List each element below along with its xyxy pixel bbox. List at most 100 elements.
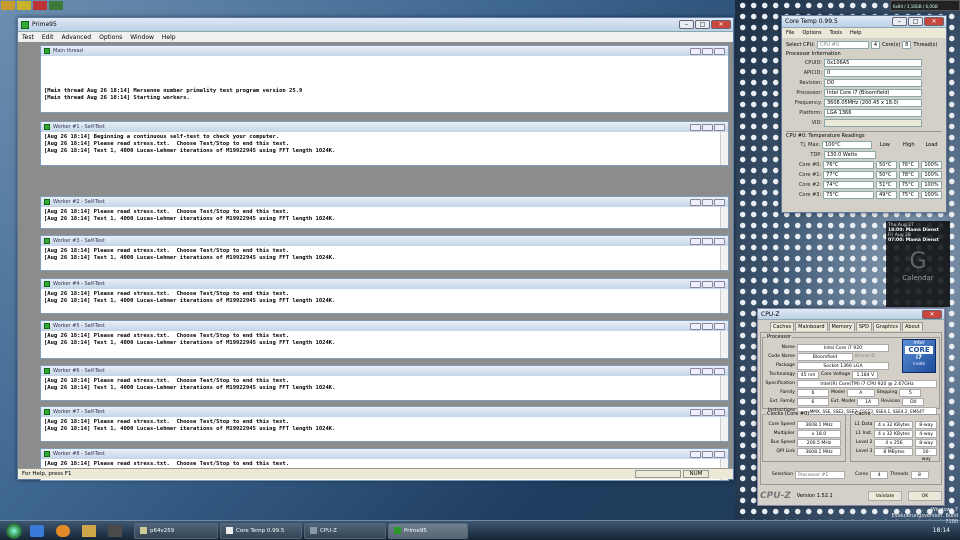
mdi-restore-button[interactable]: [702, 367, 713, 375]
coretemp-titlebar[interactable]: Core Temp 0.99.5 – □ ✕: [782, 16, 946, 28]
explorer-icon[interactable]: [82, 524, 96, 537]
mdi-restore-button[interactable]: [702, 280, 713, 288]
menu-advanced[interactable]: Advanced: [61, 34, 91, 41]
mdi-restore-button[interactable]: [702, 450, 713, 458]
gadget-event-2: 07:00: Mama Dienst: [888, 238, 939, 243]
core-row: Core #3: 75°C 49°C 75°C 100%: [786, 190, 942, 200]
ct-menu-file[interactable]: File: [786, 30, 794, 36]
start-button[interactable]: [6, 522, 22, 539]
ct-minimize-button[interactable]: –: [892, 17, 907, 26]
task-p64v259[interactable]: p64v259: [134, 522, 218, 539]
intel-core-text: CORE: [905, 346, 933, 354]
mdi-restore-button[interactable]: [702, 123, 713, 131]
cpuz-close-button[interactable]: ✕: [922, 309, 942, 319]
mdi-minimize-button[interactable]: [690, 367, 701, 375]
mdi-close-button[interactable]: [714, 450, 725, 458]
maximize-button[interactable]: □: [695, 20, 710, 29]
mdi-titlebar[interactable]: Worker #8 - Self-Test: [41, 449, 728, 459]
mdi-minimize-button[interactable]: [690, 450, 701, 458]
ct-menu-options[interactable]: Options: [802, 30, 821, 36]
task-prime95[interactable]: Prime95: [388, 522, 468, 539]
clock[interactable]: 18:14: [933, 527, 950, 534]
prime95-titlebar[interactable]: Prime95 – □ ✕: [18, 18, 733, 32]
mdi-minimize-button[interactable]: [690, 322, 701, 330]
ie-icon[interactable]: [30, 524, 44, 537]
mdi-close-button[interactable]: [714, 322, 725, 330]
info-row: Platform: LGA 1366: [786, 108, 942, 118]
toolbar-icon-3[interactable]: [33, 1, 47, 10]
mdi-titlebar[interactable]: Worker #2 - Self-Test: [41, 197, 728, 207]
ct-menu-tools[interactable]: Tools: [830, 30, 842, 36]
task-cpuz[interactable]: CPU-Z: [304, 522, 386, 539]
mdi-titlebar[interactable]: Worker #7 - Self-Test: [41, 407, 728, 417]
menu-edit[interactable]: Edit: [42, 34, 54, 41]
ct-maximize-button[interactable]: □: [908, 17, 923, 26]
intel-i7-text: i7: [915, 354, 923, 361]
menu-options[interactable]: Options: [99, 34, 122, 41]
menu-help[interactable]: Help: [162, 34, 176, 41]
cpuz-titlebar[interactable]: CPU-Z ✕: [758, 309, 944, 320]
scrollbar[interactable]: [720, 331, 728, 358]
toolbar-icon-1[interactable]: [1, 1, 15, 10]
cpuz-cores: 4: [870, 470, 889, 479]
mdi-minimize-button[interactable]: [690, 123, 701, 131]
mdi-titlebar[interactable]: Worker #6 - Self-Test: [41, 366, 728, 376]
mdi-close-button[interactable]: [714, 367, 725, 375]
tab-about[interactable]: About: [902, 322, 923, 331]
ct-close-button[interactable]: ✕: [924, 17, 944, 26]
minimize-button[interactable]: –: [679, 20, 694, 29]
mdi-close-button[interactable]: [714, 123, 725, 131]
mdi-titlebar[interactable]: Worker #4 - Self-Test: [41, 279, 728, 289]
mdi-restore-button[interactable]: [702, 322, 713, 330]
mdi-minimize-button[interactable]: [690, 408, 701, 416]
intel-core-i7-logo: intel CORE i7 inside: [902, 339, 936, 373]
validate-button[interactable]: Validate: [868, 491, 902, 501]
ok-button[interactable]: OK: [908, 491, 942, 501]
tab-graphics[interactable]: Graphics: [872, 322, 902, 331]
mdi-minimize-button[interactable]: [690, 198, 701, 206]
mdi-close-button[interactable]: [714, 198, 725, 206]
scrollbar[interactable]: [720, 132, 728, 165]
scrollbar[interactable]: [720, 376, 728, 400]
scrollbar[interactable]: [720, 246, 728, 270]
cpuz-footer: CPU-Z Version 1.52.1 Validate OK: [760, 489, 942, 503]
processor-select[interactable]: Processor #1: [795, 470, 845, 479]
mdi-minimize-button[interactable]: [690, 280, 701, 288]
toolbar-icon-4[interactable]: [49, 1, 63, 10]
menu-test[interactable]: Test: [22, 34, 34, 41]
mdi-minimize-button[interactable]: [690, 47, 701, 55]
firefox-icon[interactable]: [56, 524, 70, 537]
tab-mainboard[interactable]: Mainboard: [795, 322, 828, 331]
mdi-close-button[interactable]: [714, 408, 725, 416]
toolbar-icon-2[interactable]: [17, 1, 31, 10]
package-label: Package: [775, 363, 795, 368]
scrollbar[interactable]: [720, 417, 728, 441]
mdi-titlebar[interactable]: Main thread: [41, 46, 728, 56]
mdi-minimize-button[interactable]: [690, 237, 701, 245]
mdi-close-button[interactable]: [714, 280, 725, 288]
tab-memory[interactable]: Memory: [828, 322, 855, 331]
mdi-restore-button[interactable]: [702, 198, 713, 206]
ct-menu-bar: File Options Tools Help: [782, 28, 946, 38]
mdi-restore-button[interactable]: [702, 47, 713, 55]
mdi-restore-button[interactable]: [702, 408, 713, 416]
mdi-titlebar[interactable]: Worker #1 - Self-Test: [41, 122, 728, 132]
scrollbar[interactable]: [720, 207, 728, 228]
scrollbar[interactable]: [720, 289, 728, 313]
mdi-titlebar[interactable]: Worker #3 - Self-Test: [41, 236, 728, 246]
menu-window[interactable]: Window: [130, 34, 154, 41]
tab-caches[interactable]: Caches: [770, 322, 795, 331]
tab-spd[interactable]: SPD: [855, 322, 872, 331]
mdi-close-button[interactable]: [714, 47, 725, 55]
mdi-titlebar[interactable]: Worker #5 - Self-Test: [41, 321, 728, 331]
app-icon[interactable]: [108, 524, 122, 537]
task-coretemp[interactable]: Core Temp 0.99.5: [220, 522, 302, 539]
core-temp: 77°C: [823, 171, 875, 179]
mdi-restore-button[interactable]: [702, 237, 713, 245]
watermark-line-2: Evaluierungsversion. Build 7100: [891, 513, 958, 525]
cpu-select-dropdown[interactable]: CPU #0: [816, 41, 869, 49]
ct-menu-help[interactable]: Help: [850, 30, 861, 36]
cache-ways: 8-way: [915, 420, 937, 429]
close-button[interactable]: ✕: [711, 20, 731, 29]
mdi-close-button[interactable]: [714, 237, 725, 245]
